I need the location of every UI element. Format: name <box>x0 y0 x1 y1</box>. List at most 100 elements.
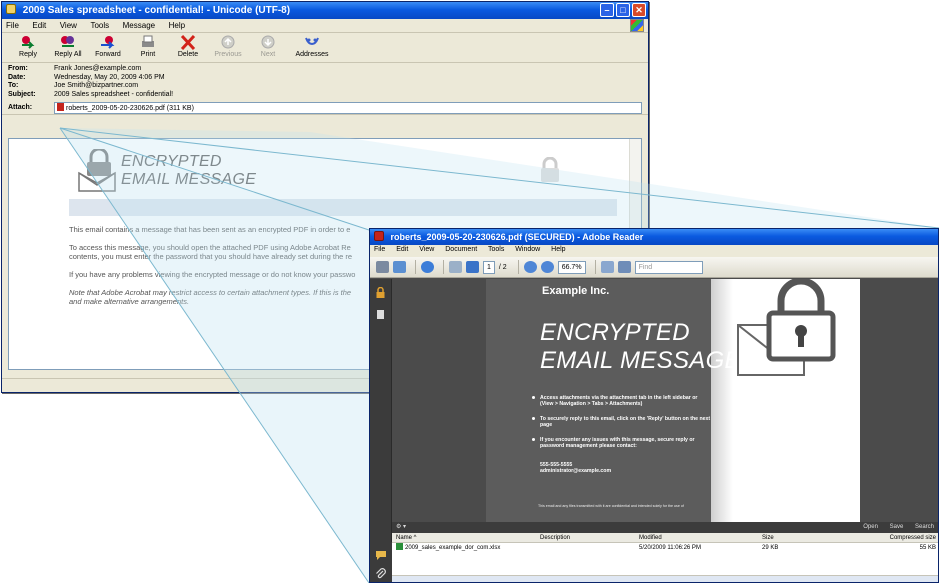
fit-page-icon[interactable] <box>617 261 631 273</box>
encrypted-envelope-lock-icon <box>78 149 116 192</box>
to-label: To: <box>8 82 19 89</box>
menu-edit[interactable]: Edit <box>32 21 46 30</box>
attachment-options-icon[interactable]: ⚙ ▾ <box>396 524 406 530</box>
arrow-up-circle-icon <box>221 35 235 49</box>
maximize-button[interactable]: □ <box>616 3 630 17</box>
attachment-name-cell: 2009_sales_example_dor_com.xlsx <box>392 543 536 553</box>
forward-button[interactable]: Forward <box>88 35 128 60</box>
next-page-icon[interactable] <box>466 261 479 273</box>
message-headers: From: Frank Jones@example.com Date: Wednes… <box>2 63 648 115</box>
email-toolbar: Reply Reply All Forward Print Delete Pre… <box>2 33 648 63</box>
pdf-page: Example Inc. ENCRYPTED EMAIL MESSAGE Acc… <box>486 279 860 522</box>
padlock-icon <box>766 279 836 362</box>
reply-icon <box>22 36 35 49</box>
email-title-bar[interactable]: 2009 Sales spreadsheet - confidential! -… <box>2 2 648 19</box>
heading-line-1: ENCRYPTED <box>121 153 222 170</box>
attachment-row[interactable]: 2009_sales_example_dor_com.xlsx 5/20/200… <box>392 543 938 553</box>
close-button[interactable]: ✕ <box>632 3 646 17</box>
addresses-button[interactable]: Addresses <box>288 35 336 60</box>
attachments-scrollbar[interactable] <box>392 575 938 582</box>
reader-window-title: roberts_2009-05-20-230626.pdf (SECURED) … <box>390 232 644 242</box>
envelope-icon <box>6 4 16 14</box>
company-name: Example Inc. <box>542 285 610 297</box>
document-footer: This email and any files transmitted wit… <box>538 504 684 508</box>
document-heading: ENCRYPTED EMAIL MESSAGE <box>540 319 741 375</box>
body-paragraph-1: This email contains a message that has b… <box>69 225 351 234</box>
next-label: Next <box>260 51 276 58</box>
reader-window: roberts_2009-05-20-230626.pdf (SECURED) … <box>369 228 939 583</box>
fit-width-icon[interactable] <box>600 261 614 273</box>
page-total: / 2 <box>498 263 507 271</box>
print-button[interactable]: Print <box>128 35 168 60</box>
print-icon[interactable] <box>376 261 389 273</box>
find-input[interactable]: Find <box>634 260 703 274</box>
page-number-input[interactable]: 1 <box>483 260 495 274</box>
from-value: Frank Jones@example.com <box>54 65 142 72</box>
reader-toolbar: 1 / 2 66.7% Find <box>370 257 938 278</box>
delete-button[interactable]: Delete <box>168 35 208 60</box>
email-share-icon[interactable] <box>393 261 406 273</box>
date-value: Wednesday, May 20, 2009 4:06 PM <box>54 73 165 81</box>
minimize-button[interactable]: – <box>600 3 614 17</box>
instruction-list: Access attachments via the attachment ta… <box>532 395 712 457</box>
reader-menu-file[interactable]: File <box>374 246 385 253</box>
attachment-description-cell <box>536 543 635 553</box>
instruction-item: Access attachments via the attachment ta… <box>532 395 712 408</box>
toolbar-separator <box>415 260 416 274</box>
window-controls: – □ ✕ <box>598 3 646 17</box>
reader-menu-edit[interactable]: Edit <box>396 246 408 253</box>
paperclip-icon[interactable] <box>375 568 387 580</box>
delete-x-icon <box>180 35 196 50</box>
menu-view[interactable]: View <box>60 21 77 30</box>
menu-help[interactable]: Help <box>169 21 185 30</box>
previous-button[interactable]: Previous <box>208 35 248 60</box>
open-attachment-button[interactable]: Open <box>863 524 878 530</box>
search-attachment-button[interactable]: Search <box>915 524 934 530</box>
column-header-compressed-size[interactable]: Compressed size <box>838 533 938 542</box>
attachments-panel: ⚙ ▾ Open Save Search Name ^ Description … <box>392 522 938 582</box>
contact-email: administrator@example.com <box>540 468 612 475</box>
adobe-reader-icon <box>374 231 384 241</box>
reader-menu-window[interactable]: Window <box>515 246 540 253</box>
delete-label: Delete <box>177 51 199 58</box>
forward-icon <box>101 36 115 49</box>
navigation-panel <box>370 279 392 542</box>
column-header-name[interactable]: Name ^ <box>392 533 536 542</box>
column-header-modified[interactable]: Modified <box>635 533 758 542</box>
menu-tools[interactable]: Tools <box>90 21 109 30</box>
reader-title-bar[interactable]: roberts_2009-05-20-230626.pdf (SECURED) … <box>370 229 938 245</box>
reader-menu-document[interactable]: Document <box>445 246 477 253</box>
reply-all-icon <box>61 36 74 47</box>
column-header-description[interactable]: Description <box>536 533 635 542</box>
zoom-in-icon[interactable] <box>540 261 554 273</box>
reader-menu-view[interactable]: View <box>419 246 434 253</box>
previous-page-icon[interactable] <box>449 261 462 273</box>
menu-message[interactable]: Message <box>123 21 155 30</box>
attachments-header-row: Name ^ Description Modified Size Compres… <box>392 533 938 543</box>
attachment-filename[interactable]: roberts_2009-05-20-230626.pdf (311 KB) <box>66 105 194 112</box>
comment-icon[interactable] <box>375 550 387 560</box>
subject-value: 2009 Sales spreadsheet - confidential! <box>54 90 174 98</box>
heading-line-2: EMAIL MESSAGE <box>121 171 257 188</box>
reply-button[interactable]: Reply <box>8 35 48 60</box>
instruction-item: To securely reply to this email, click o… <box>532 416 712 429</box>
reply-all-label: Reply All <box>54 51 82 58</box>
security-lock-icon[interactable] <box>375 287 386 298</box>
attachment-field[interactable]: roberts_2009-05-20-230626.pdf (311 KB) <box>54 101 642 114</box>
reply-all-button[interactable]: Reply All <box>48 35 88 60</box>
attachment-compressed-cell: 55 KB <box>919 545 936 551</box>
zoom-level-select[interactable]: 66.7% <box>557 260 586 274</box>
reply-label: Reply <box>19 51 37 58</box>
menu-file[interactable]: File <box>6 21 19 30</box>
reader-menu-help[interactable]: Help <box>551 246 565 253</box>
reader-menu-tools[interactable]: Tools <box>488 246 504 253</box>
doc-heading-line-2: EMAIL MESSAGE <box>540 347 741 374</box>
save-attachment-button[interactable]: Save <box>890 524 904 530</box>
column-header-size[interactable]: Size <box>758 533 838 542</box>
excel-file-icon <box>396 543 403 550</box>
zoom-out-icon[interactable] <box>523 261 537 273</box>
next-button[interactable]: Next <box>248 35 288 60</box>
from-label: From: <box>8 65 28 72</box>
hand-tool-icon[interactable] <box>421 261 434 273</box>
pages-icon[interactable] <box>375 309 386 320</box>
